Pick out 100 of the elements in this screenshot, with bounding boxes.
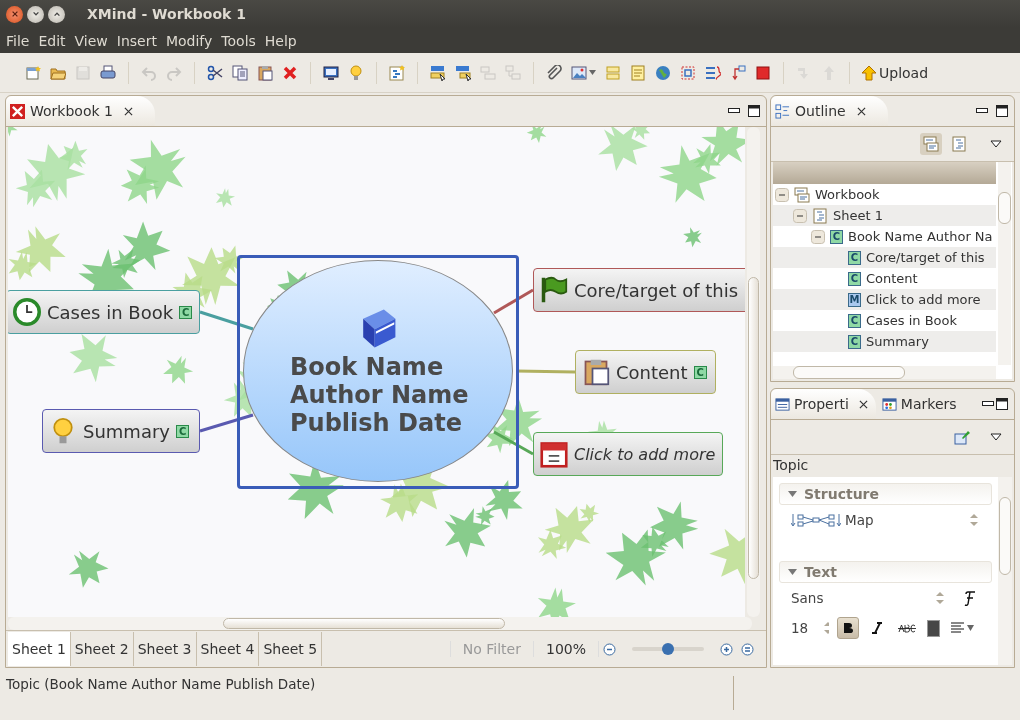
- outline-tab[interactable]: Outline: [771, 96, 888, 126]
- font-size-field[interactable]: 18: [791, 620, 820, 636]
- font-dropdown[interactable]: Sans: [791, 590, 824, 606]
- vertical-scrollbar[interactable]: [998, 162, 1011, 365]
- menu-item[interactable]: Insert: [116, 32, 157, 49]
- tree-item[interactable]: Content: [866, 271, 918, 286]
- tree-item[interactable]: Book Name Author Na: [848, 229, 993, 244]
- central-topic[interactable]: Book Name Author Name Publish Date: [243, 260, 513, 482]
- menu-item[interactable]: View: [74, 32, 108, 49]
- close-icon[interactable]: [123, 106, 133, 116]
- maximize-button[interactable]: [48, 5, 65, 23]
- section-header[interactable]: Text: [779, 561, 992, 583]
- copy-icon[interactable]: [232, 64, 248, 81]
- bold-button[interactable]: [837, 617, 860, 639]
- window-title: XMind - Workbook 1: [87, 6, 247, 22]
- editor-tab[interactable]: Workbook 1: [6, 96, 155, 126]
- frame-icon[interactable]: [680, 64, 696, 81]
- tree-toggle-icon[interactable]: [775, 187, 789, 202]
- calendar-icon: [540, 440, 568, 468]
- maximize-view-icon[interactable]: [748, 105, 760, 117]
- topic-node[interactable]: Click to add more: [533, 432, 723, 476]
- topic-cursor-icon[interactable]: [430, 64, 446, 81]
- zoom-reset-icon[interactable]: [741, 642, 754, 656]
- maximize-view-icon[interactable]: [996, 105, 1008, 117]
- menu-item[interactable]: Tools: [221, 32, 256, 49]
- dropdown-caret-icon[interactable]: [589, 70, 596, 75]
- image-icon[interactable]: [571, 64, 587, 81]
- new-file-icon[interactable]: [25, 64, 41, 81]
- subtopic-cursor-icon[interactable]: [455, 64, 471, 81]
- horizontal-scrollbar[interactable]: [773, 366, 996, 379]
- vertical-scrollbar[interactable]: [998, 477, 1012, 665]
- tree-item[interactable]: Cases in Book: [866, 313, 958, 328]
- topic-node[interactable]: Content C: [575, 350, 716, 394]
- stop-icon[interactable]: [755, 64, 771, 81]
- menu-item[interactable]: Modify: [165, 32, 213, 49]
- menu-item[interactable]: Help: [264, 32, 297, 49]
- spinner-arrows-icon[interactable]: [936, 591, 944, 605]
- menu-item[interactable]: Edit: [38, 32, 66, 49]
- sheet-tab[interactable]: Sheet 2: [70, 632, 134, 666]
- collapse-icon[interactable]: [788, 569, 797, 575]
- relationship-icon[interactable]: [730, 64, 746, 81]
- delete-icon[interactable]: [282, 64, 298, 81]
- zoom-in-icon[interactable]: [720, 642, 733, 656]
- text-color-swatch[interactable]: [927, 619, 940, 637]
- minimize-button[interactable]: [27, 5, 44, 23]
- paperclip-icon[interactable]: [546, 64, 562, 81]
- slider-thumb[interactable]: [662, 643, 674, 655]
- topic-node[interactable]: Cases in Book C: [8, 290, 200, 334]
- clipboard-icon[interactable]: [257, 64, 273, 81]
- zoom-out-icon[interactable]: [603, 642, 616, 656]
- bulb-icon[interactable]: [348, 64, 364, 81]
- tree-item[interactable]: Workbook: [815, 187, 880, 202]
- vertical-scrollbar[interactable]: [747, 127, 760, 617]
- topic-node[interactable]: Core/target of this: [533, 268, 745, 312]
- topic-type-badge: C: [848, 250, 861, 265]
- scissors-icon[interactable]: [207, 64, 223, 81]
- collapse-icon[interactable]: [788, 491, 797, 497]
- topic-label: Click to add more: [574, 444, 716, 464]
- zoom-value: 100%: [533, 641, 599, 657]
- tree-item[interactable]: Click to add more: [866, 292, 981, 307]
- tree-toggle-icon[interactable]: [811, 229, 825, 244]
- tree-toggle-icon[interactable]: [793, 208, 807, 223]
- tree-view-button[interactable]: [920, 133, 942, 155]
- sheet-tab[interactable]: Sheet 5: [259, 632, 323, 666]
- spinner-arrows-icon[interactable]: [970, 513, 978, 527]
- topic-node[interactable]: Summary C: [42, 409, 200, 453]
- minimize-view-icon[interactable]: [728, 108, 740, 114]
- spinner-arrows-icon[interactable]: [823, 621, 830, 635]
- structure-dropdown[interactable]: Map: [845, 512, 874, 528]
- topic-label: Content: [616, 361, 688, 383]
- close-icon[interactable]: [856, 106, 866, 116]
- section-header[interactable]: Structure: [779, 483, 992, 505]
- sheet-tab[interactable]: Sheet 4: [196, 632, 260, 666]
- tree-item[interactable]: Summary: [866, 334, 929, 349]
- view-menu-icon[interactable]: [990, 140, 1002, 148]
- brace-icon[interactable]: [705, 64, 721, 81]
- minimize-view-icon[interactable]: [982, 401, 994, 407]
- map-canvas[interactable]: Book Name Author Name Publish Date Cases in Book C Summary C Core/target of this Content C Click to add more: [8, 127, 745, 617]
- printer-icon[interactable]: [100, 64, 116, 81]
- globe-icon[interactable]: [655, 64, 671, 81]
- font-picker-icon[interactable]: [962, 590, 978, 606]
- monitor-icon[interactable]: [323, 64, 339, 81]
- minimize-view-icon[interactable]: [976, 108, 988, 114]
- leaf-shape: [709, 528, 745, 586]
- panel-tab[interactable]: Markers: [877, 389, 965, 419]
- flag-icon: [540, 276, 568, 304]
- pin-icon[interactable]: [954, 429, 970, 445]
- menu-item[interactable]: File: [6, 32, 30, 49]
- maximize-view-icon[interactable]: [996, 398, 1008, 410]
- panel-tab[interactable]: Properti: [771, 389, 876, 419]
- tree-item[interactable]: Core/target of this: [866, 250, 985, 265]
- view-menu-icon[interactable]: [990, 433, 1002, 441]
- tree-item[interactable]: Sheet 1: [833, 208, 883, 223]
- sheet-tab[interactable]: Sheet 3: [133, 632, 197, 666]
- upload-button[interactable]: Upload: [859, 62, 931, 83]
- horizontal-scrollbar[interactable]: [8, 617, 752, 630]
- close-button[interactable]: [6, 5, 23, 23]
- close-icon[interactable]: [858, 399, 868, 409]
- sheet-tab[interactable]: Sheet 1: [8, 632, 71, 666]
- leaf-shape: [683, 227, 702, 248]
